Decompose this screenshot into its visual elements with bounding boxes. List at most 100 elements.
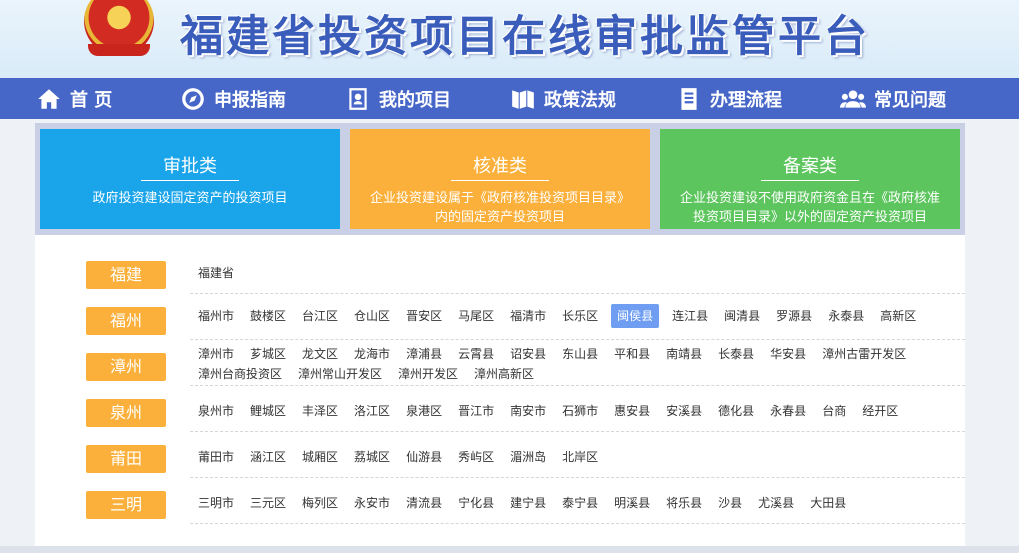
city-link[interactable]: 鼓楼区 <box>247 306 289 326</box>
city-link[interactable]: 诏安县 <box>507 344 549 364</box>
nav-policy[interactable]: 政策法规 <box>510 78 616 119</box>
city-link[interactable]: 城厢区 <box>299 447 341 467</box>
city-link[interactable]: 建宁县 <box>507 493 549 513</box>
city-link[interactable]: 闽侯县 <box>611 304 660 328</box>
city-link[interactable]: 闽清县 <box>721 306 763 326</box>
nav-process[interactable]: 办理流程 <box>676 78 782 119</box>
city-link[interactable]: 三元区 <box>247 493 289 513</box>
city-link[interactable]: 沙县 <box>715 493 745 513</box>
users-icon <box>840 89 866 108</box>
city-link[interactable]: 永泰县 <box>825 306 867 326</box>
city-link[interactable]: 罗源县 <box>773 306 815 326</box>
city-link[interactable]: 三明市 <box>195 493 237 513</box>
region-cities: 福州市 鼓楼区 台江区 仓山区 晋安区 马尾区 福清市 长乐区 闽侯县 连江县 闽清县 罗源县 永泰县高… <box>190 295 965 340</box>
region-cities: 福建省 <box>190 249 965 294</box>
card-filing[interactable]: 备案类 企业投资建设不使用政府资金且在《政府核准投资项目目录》以外的固定资产投资… <box>660 129 960 229</box>
city-link[interactable]: 晋安区 <box>403 306 445 326</box>
city-link[interactable]: 台商 <box>819 401 849 421</box>
city-link[interactable]: 南安市 <box>507 401 549 421</box>
city-link[interactable]: 永春县 <box>767 401 809 421</box>
card-approval[interactable]: 审批类 政府投资建设固定资产的投资项目 <box>40 129 340 229</box>
region-cities: 莆田市 涵江区 城厢区 荔城区 仙游县 秀屿区 湄洲岛 北岸区 <box>190 433 965 478</box>
region-label[interactable]: 福州 <box>86 307 166 335</box>
city-link[interactable]: 马尾区 <box>455 306 497 326</box>
city-link[interactable]: 高新区 <box>877 306 919 326</box>
city-link[interactable]: 漳州市 <box>195 344 237 364</box>
city-link[interactable]: 洛江区 <box>351 401 393 421</box>
main-nav: 首 页 申报指南 我的项目 政策法规 办理流程 常见问题 <box>0 78 1019 119</box>
city-link[interactable]: 龙文区 <box>299 344 341 364</box>
home-icon <box>38 88 60 109</box>
category-cards: 审批类 政府投资建设固定资产的投资项目 核准类 企业投资建设属于《政府核准投资项… <box>35 123 965 235</box>
region-label[interactable]: 福建 <box>86 261 166 289</box>
region-row: 漳州 漳州市 芗城区 龙文区 龙海市 漳浦县 云霄县 诏安县 东山县 平和县 南靖县 长泰县 华安县 漳州… <box>35 341 965 387</box>
city-link[interactable]: 将乐县 <box>663 493 705 513</box>
city-link[interactable]: 清流县 <box>403 493 445 513</box>
id-card-icon <box>349 87 367 110</box>
city-link[interactable]: 福清市 <box>507 306 549 326</box>
city-link[interactable]: 涵江区 <box>247 447 289 467</box>
nav-guide[interactable]: 申报指南 <box>180 78 286 119</box>
city-link[interactable]: 大田县 <box>807 493 849 513</box>
nav-my-projects-label: 我的项目 <box>379 89 451 111</box>
city-link[interactable]: 长乐区 <box>559 306 601 326</box>
city-link[interactable]: 芗城区 <box>247 344 289 364</box>
city-link[interactable]: 长泰县 <box>715 344 757 364</box>
city-link[interactable]: 荔城区 <box>351 447 393 467</box>
card-verification-desc: 企业投资建设属于《政府核准投资项目目录》内的固定资产投资项目 <box>369 191 630 225</box>
city-link[interactable]: 安溪县 <box>663 401 705 421</box>
city-link[interactable]: 福建省 <box>195 263 237 283</box>
city-link[interactable]: 漳州开发区 <box>395 364 461 384</box>
city-link[interactable]: 尤溪县 <box>755 493 797 513</box>
header-banner: 福建省投资项目在线审批监管平台 <box>0 0 1019 78</box>
city-link[interactable]: 宁化县 <box>455 493 497 513</box>
nav-my-projects[interactable]: 我的项目 <box>345 78 451 119</box>
city-link[interactable]: 东山县 <box>559 344 601 364</box>
city-link[interactable]: 平和县 <box>611 344 653 364</box>
city-link[interactable]: 明溪县 <box>611 493 653 513</box>
city-link[interactable]: 湄洲岛 <box>507 447 549 467</box>
city-link[interactable]: 惠安县 <box>611 401 653 421</box>
city-link[interactable]: 泉港区 <box>403 401 445 421</box>
card-verification-title: 核准类 <box>451 152 549 181</box>
region-label[interactable]: 莆田 <box>86 445 166 473</box>
city-link[interactable]: 梅列区 <box>299 493 341 513</box>
region-label[interactable]: 泉州 <box>86 399 166 427</box>
city-link[interactable]: 永安市 <box>351 493 393 513</box>
city-link[interactable]: 漳浦县 <box>403 344 445 364</box>
city-link[interactable]: 漳州常山开发区 <box>295 364 385 384</box>
city-link[interactable]: 莆田市 <box>195 447 237 467</box>
city-link[interactable]: 仙游县 <box>403 447 445 467</box>
city-link[interactable]: 云霄县 <box>455 344 497 364</box>
city-link[interactable]: 台江区 <box>299 306 341 326</box>
city-link[interactable]: 连江县 <box>669 306 711 326</box>
city-link[interactable]: 仓山区 <box>351 306 393 326</box>
city-link[interactable]: 华安县 <box>767 344 809 364</box>
card-verification[interactable]: 核准类 企业投资建设属于《政府核准投资项目目录》内的固定资产投资项目 <box>350 129 650 229</box>
city-link[interactable]: 德化县 <box>715 401 757 421</box>
city-link[interactable]: 南靖县 <box>663 344 705 364</box>
main-content: 审批类 政府投资建设固定资产的投资项目 核准类 企业投资建设属于《政府核准投资项… <box>35 123 965 553</box>
nav-home[interactable]: 首 页 <box>36 78 112 119</box>
city-link[interactable]: 龙海市 <box>351 344 393 364</box>
book-icon <box>512 89 534 109</box>
region-label[interactable]: 三明 <box>86 491 166 519</box>
nav-faq[interactable]: 常见问题 <box>840 78 946 119</box>
city-link[interactable]: 鲤城区 <box>247 401 289 421</box>
city-link[interactable]: 北岸区 <box>559 447 601 467</box>
city-link[interactable]: 石狮市 <box>559 401 601 421</box>
city-link[interactable]: 丰泽区 <box>299 401 341 421</box>
site-title: 福建省投资项目在线审批监管平台 <box>180 12 870 62</box>
city-link[interactable]: 泰宁县 <box>559 493 601 513</box>
city-link[interactable]: 福州市 <box>195 306 237 326</box>
city-link[interactable]: 泉州市 <box>195 401 237 421</box>
city-link[interactable]: 晋江市 <box>455 401 497 421</box>
nav-process-label: 办理流程 <box>710 89 782 111</box>
region-label[interactable]: 漳州 <box>86 353 166 381</box>
city-link[interactable]: 漳州古雷开发区 <box>819 344 909 364</box>
city-link[interactable]: 经开区 <box>859 401 901 421</box>
compass-icon <box>182 87 204 110</box>
city-link[interactable]: 秀屿区 <box>455 447 497 467</box>
city-link[interactable]: 漳州台商投资区 <box>195 364 285 384</box>
city-link[interactable]: 漳州高新区 <box>471 364 537 384</box>
